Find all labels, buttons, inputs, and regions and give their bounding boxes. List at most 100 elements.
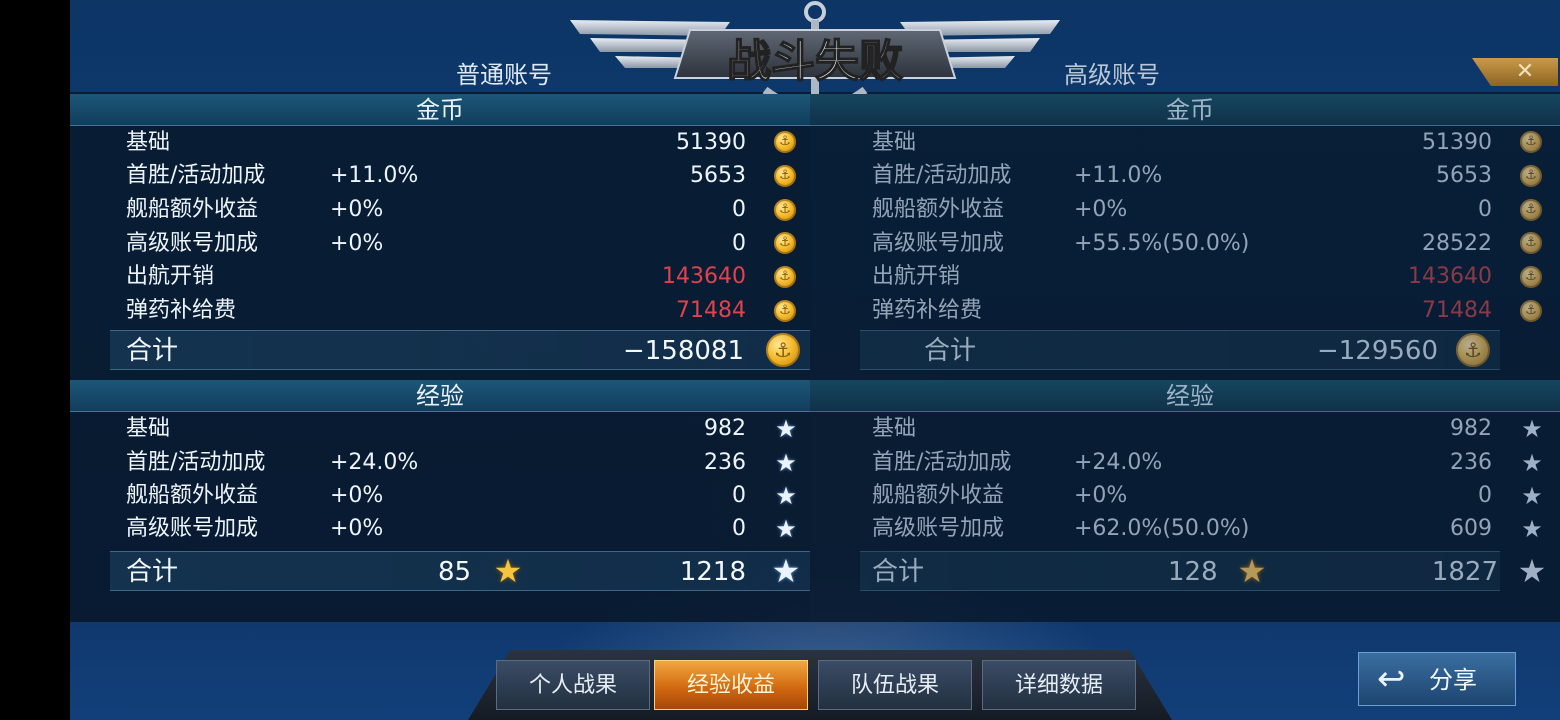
row-value: 5653 — [1436, 163, 1492, 188]
row-label: 舰船额外收益 — [872, 483, 1005, 508]
row-value: 0 — [1478, 197, 1492, 222]
share-button[interactable]: ↩ 分享 — [1358, 652, 1516, 706]
coin-icon — [1520, 266, 1542, 288]
row-percent: +0% — [330, 516, 384, 541]
tab-personal-results[interactable]: 个人战果 — [496, 660, 650, 710]
row-value: 28522 — [1422, 231, 1492, 256]
row-label: 高级账号加成 — [872, 516, 1005, 541]
premium-gold-row: 基础 51390 — [872, 126, 1492, 159]
row-percent: +11.0% — [1074, 163, 1163, 188]
row-percent: +11.0% — [330, 163, 419, 188]
coin-icon — [774, 232, 796, 254]
total-label: 合计 — [872, 557, 925, 587]
gold-star-icon: ★ — [493, 552, 523, 590]
row-value: 0 — [732, 231, 746, 256]
row-percent: +0% — [330, 483, 384, 508]
tab-team-results[interactable]: 队伍战果 — [818, 660, 972, 710]
battle-result-title: 战斗失败 — [727, 36, 903, 87]
row-label: 舰船额外收益 — [126, 483, 259, 508]
row-value: 0 — [732, 483, 746, 508]
premium-gold-row: 首胜/活动加成 +11.0% 5653 — [872, 159, 1492, 192]
row-percent: +24.0% — [1074, 450, 1163, 475]
captain-exp-value: 128 — [1168, 557, 1218, 587]
star-icon: ★ — [1521, 482, 1543, 510]
row-value: 5653 — [690, 163, 746, 188]
star-icon: ★ — [1521, 449, 1543, 477]
row-label: 弹药补给费 — [872, 298, 983, 323]
gold-row: 出航开销 143640 — [126, 260, 746, 293]
row-label: 基础 — [126, 416, 171, 441]
gold-total-value: −158081 — [622, 336, 744, 366]
row-value: 0 — [732, 197, 746, 222]
normal-account-tab[interactable]: 普通账号 — [456, 58, 552, 92]
row-value: 143640 — [1408, 264, 1492, 289]
row-percent: +0% — [330, 231, 384, 256]
coin-icon — [774, 131, 796, 153]
exp-row: 基础 982 — [126, 412, 746, 445]
row-value: 982 — [704, 416, 746, 441]
star-icon: ★ — [775, 482, 797, 510]
premium-exp-row: 舰船额外收益 +0% 0 — [872, 479, 1492, 512]
premium-gold-row: 弹药补给费 71484 — [872, 294, 1492, 327]
exp-section-header: 经验 — [70, 380, 810, 412]
coin-icon — [1520, 232, 1542, 254]
gold-row: 首胜/活动加成 +11.0% 5653 — [126, 159, 746, 192]
row-value: 236 — [704, 450, 746, 475]
battle-result-scene: 战斗失败 普通账号 高级账号 ✕ 金币 金币 经验 经验 基础 51390 首胜… — [70, 0, 1560, 720]
total-label: 合计 — [126, 336, 179, 366]
exp-total-row: 合计 85 1218 — [110, 551, 810, 591]
coin-icon — [766, 333, 800, 367]
coin-icon — [774, 199, 796, 221]
premium-gold-row: 舰船额外收益 +0% 0 — [872, 193, 1492, 226]
coin-icon — [774, 165, 796, 187]
row-value: 236 — [1450, 450, 1492, 475]
gold-total-row: 合计 −158081 — [110, 330, 810, 370]
share-label: 分享 — [1429, 666, 1477, 694]
premium-exp-row: 首胜/活动加成 +24.0% 236 — [872, 446, 1492, 479]
tab-detailed-data[interactable]: 详细数据 — [982, 660, 1136, 710]
premium-exp-row: 高级账号加成 +62.0%(50.0%) 609 — [872, 512, 1492, 545]
premium-exp-total-row: 合计 128 1827 — [860, 551, 1500, 591]
coin-icon — [1520, 199, 1542, 221]
tab-exp-earnings[interactable]: 经验收益 — [654, 660, 808, 710]
coin-icon — [1520, 300, 1542, 322]
coin-icon — [774, 300, 796, 322]
captain-exp-value: 85 — [438, 557, 472, 587]
star-icon: ★ — [1517, 552, 1547, 590]
row-label: 高级账号加成 — [126, 516, 259, 541]
row-label: 基础 — [126, 130, 171, 155]
gold-row: 高级账号加成 +0% 0 — [126, 227, 746, 260]
row-label: 高级账号加成 — [872, 231, 1005, 256]
premium-account-tab[interactable]: 高级账号 — [1064, 58, 1160, 92]
row-label: 舰船额外收益 — [872, 197, 1005, 222]
row-label: 弹药补给费 — [126, 298, 237, 323]
row-percent: +24.0% — [330, 450, 419, 475]
row-percent: +0% — [1074, 483, 1128, 508]
coin-icon — [1520, 131, 1542, 153]
row-value: 982 — [1450, 416, 1492, 441]
star-icon: ★ — [775, 415, 797, 443]
coin-icon — [1520, 165, 1542, 187]
gold-star-icon: ★ — [1237, 552, 1267, 590]
row-percent: +55.5%(50.0%) — [1074, 231, 1250, 256]
row-label: 出航开销 — [126, 264, 215, 289]
row-percent: +0% — [330, 197, 384, 222]
share-arrow-icon: ↩ — [1377, 659, 1406, 699]
game-screen: 战斗失败 普通账号 高级账号 ✕ 金币 金币 经验 经验 基础 51390 首胜… — [0, 0, 1560, 720]
gold-section-header: 金币 — [70, 94, 810, 126]
premium-exp-total-value: 1827 — [1431, 557, 1498, 587]
premium-gold-section-header: 金币 — [810, 94, 1560, 126]
close-button[interactable]: ✕ — [1472, 58, 1558, 86]
row-label: 舰船额外收益 — [126, 197, 259, 222]
row-percent: +62.0%(50.0%) — [1074, 516, 1250, 541]
row-value: 0 — [1478, 483, 1492, 508]
row-value: 609 — [1450, 516, 1492, 541]
premium-gold-row: 高级账号加成 +55.5%(50.0%) 28522 — [872, 227, 1492, 260]
row-label: 出航开销 — [872, 264, 961, 289]
exp-total-value: 1218 — [679, 557, 746, 587]
star-icon: ★ — [771, 552, 801, 590]
gold-row: 舰船额外收益 +0% 0 — [126, 193, 746, 226]
premium-exp-section-header: 经验 — [810, 380, 1560, 412]
gold-row: 基础 51390 — [126, 126, 746, 159]
row-value: 71484 — [676, 298, 746, 323]
